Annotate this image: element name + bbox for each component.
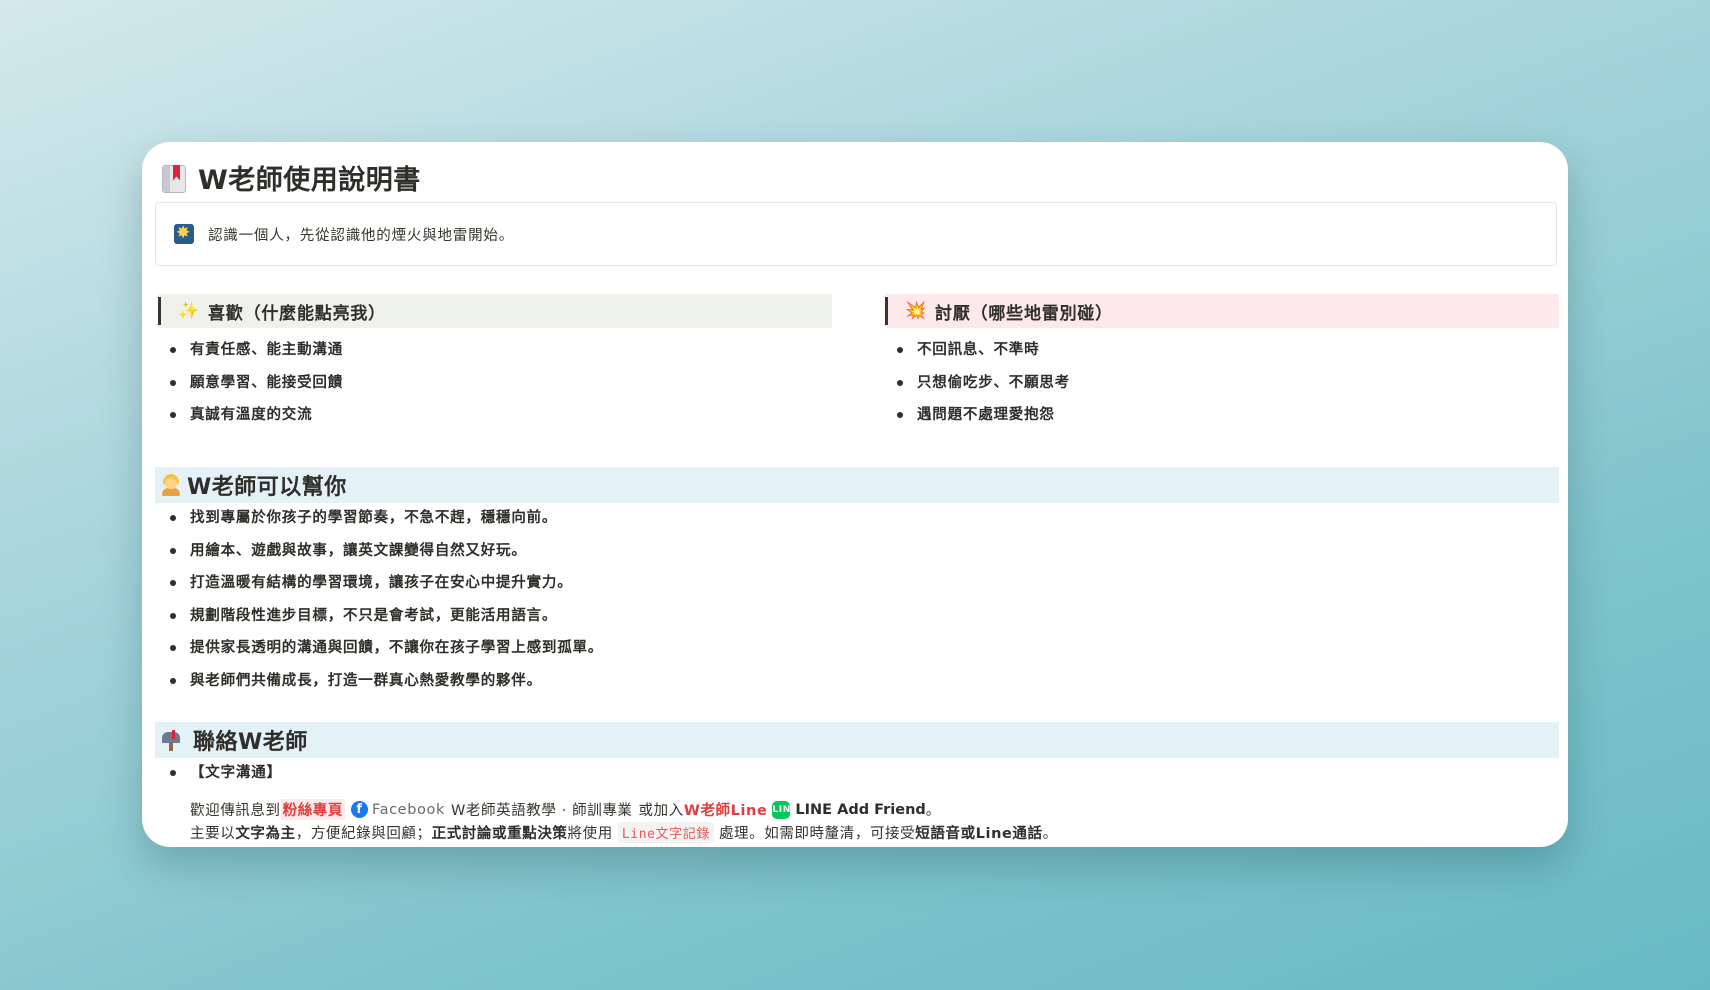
help-list: 找到專屬於你孩子的學習節奏，不急不趕，穩穩向前。 用繪本、遊戲與故事，讓英文課變…: [156, 507, 603, 702]
facebook-link[interactable]: Facebook: [372, 802, 445, 818]
list-item: 真誠有溫度的交流: [156, 404, 343, 437]
list-item: 只想偷吃步、不願思考: [883, 372, 1070, 405]
dislikes-heading-text: 討厭（哪些地雷別碰）: [934, 303, 1113, 324]
help-section-heading: W老師可以幫你: [155, 467, 1559, 503]
likes-list: 有責任感、能主動溝通 願意學習、能接受回饋 真誠有溫度的交流: [156, 339, 343, 437]
page-title-row: W老師使用說明書: [160, 158, 421, 197]
facebook-page-name[interactable]: W老師英語教學 · 師訓專業: [451, 799, 633, 820]
inline-code: Line文字記錄: [617, 822, 714, 843]
line-app-icon: LINE: [772, 800, 797, 819]
person-icon: [161, 474, 181, 496]
list-item: 有責任感、能主動溝通: [156, 339, 343, 372]
list-item: 規劃階段性進步目標，不只是會考試，更能活用語言。: [156, 605, 603, 638]
list-item: 願意學習、能接受回饋: [156, 372, 343, 405]
page-title: W老師使用說明書: [198, 165, 421, 196]
list-item: 提供家長透明的溝通與回饋，不讓你在孩子學習上感到孤單。: [156, 637, 603, 670]
fireworks-icon: [174, 224, 194, 244]
contact-heading-text: 聯絡W老師: [193, 730, 308, 755]
list-item: 用繪本、遊戲與故事，讓英文課變得自然又好玩。: [156, 540, 603, 573]
contact-list: 【文字溝通】: [156, 762, 282, 795]
list-item: 打造溫暖有結構的學習環境，讓孩子在安心中提升實力。: [156, 572, 603, 605]
list-item: 找到專屬於你孩子的學習節奏，不急不趕，穩穩向前。: [156, 507, 603, 540]
likes-heading: ✨ 喜歡（什麼能點亮我）: [158, 294, 832, 328]
book-with-bookmark-icon: [160, 163, 186, 193]
line-label: W老師Line: [683, 803, 768, 819]
facebook-icon: f: [351, 801, 369, 818]
list-item: 遇問題不處理愛抱怨: [883, 404, 1070, 437]
callout-text: 認識一個人，先從認識他的煙火與地雷開始。: [208, 227, 514, 244]
dislikes-list: 不回訊息、不準時 只想偷吃步、不願思考 遇問題不處理愛抱怨: [883, 339, 1070, 437]
contact-line-1: 歡迎傳訊息到 粉絲專頁 f Facebook W老師英語教學 · 師訓專業 或加…: [190, 799, 941, 820]
notion-page-card: W老師使用說明書 認識一個人，先從認識他的煙火與地雷開始。 ✨ 喜歡（什麼能點亮…: [142, 142, 1568, 847]
contact-line-2: 主要以 文字為主 ，方便紀錄與回顧； 正式討論或重點決策 將使用 Line文字記…: [190, 822, 1058, 843]
collision-icon: 💥: [905, 301, 927, 321]
likes-heading-text: 喜歡（什麼能點亮我）: [207, 303, 386, 324]
contact-section-heading: 聯絡W老師: [155, 722, 1559, 758]
contact-item-label: 【文字溝通】: [156, 762, 282, 795]
sparkles-icon: ✨: [178, 301, 200, 321]
list-item: 與老師們共備成長，打造一群真心熱愛教學的夥伴。: [156, 670, 603, 703]
dislikes-heading: 💥 討厭（哪些地雷別碰）: [885, 294, 1559, 328]
mailbox-icon: [161, 729, 183, 751]
fan-page-label: 粉絲專頁: [280, 799, 346, 820]
intro-callout: 認識一個人，先從認識他的煙火與地雷開始。: [155, 202, 1557, 266]
list-item: 不回訊息、不準時: [883, 339, 1070, 372]
help-heading-text: W老師可以幫你: [187, 475, 347, 500]
line-add-friend-link[interactable]: LINE Add Friend: [795, 802, 925, 818]
